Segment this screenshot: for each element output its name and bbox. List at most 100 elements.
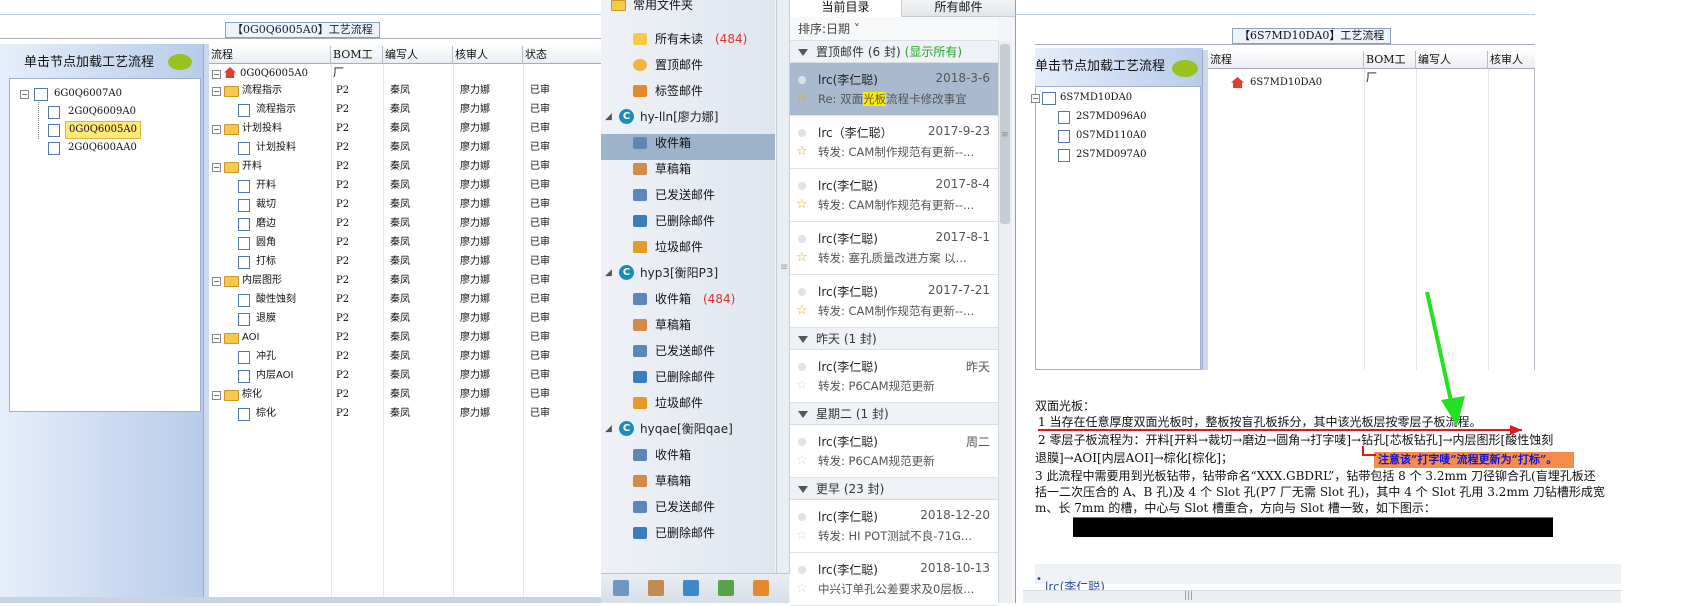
collapse-icon[interactable]: − [212, 163, 221, 172]
account-header[interactable]: ◢ Chy-lln[廖力娜] [605, 104, 775, 130]
splitter[interactable] [203, 44, 209, 603]
col-bom[interactable]: BOM工厂 [1364, 51, 1416, 84]
step-label[interactable]: 计划投料 [256, 140, 296, 156]
folder-item[interactable]: 已发送邮件 [633, 338, 775, 364]
message-item[interactable]: ☆ lrc(李仁聪) 2017-7-21 转发: CAM制作规范有更新--... [790, 275, 998, 328]
message-item[interactable]: ☆ lrc(李仁聪) 2018-12-20 转发: HI POT测試不良-71G... [790, 500, 998, 553]
collapse-icon[interactable]: − [1031, 94, 1040, 103]
step-label[interactable]: 酸性蚀刻 [256, 292, 296, 308]
message-item[interactable]: ☆ lrc(李仁聪) 2018-3-6 Re: 双面光板流程卡修改事宜 [790, 63, 998, 116]
speech-bubble-icon[interactable] [168, 54, 192, 70]
contacts-icon[interactable] [648, 580, 664, 596]
step-group-label[interactable]: 棕化 [242, 387, 262, 403]
read-status-icon[interactable] [798, 76, 806, 84]
col-status[interactable]: 状态 [523, 46, 603, 64]
step-label[interactable]: 磨边 [256, 216, 276, 232]
col-flow[interactable]: 流程 [209, 46, 331, 64]
collapse-icon[interactable]: − [212, 334, 221, 343]
message-item[interactable]: ☆ lrc(李仁聪) 2018-10-13 中兴订单孔公差要求及0层板... [790, 553, 998, 606]
account-header[interactable]: ◢ Chyp3[衡阳P3] [605, 260, 775, 286]
tree-node[interactable]: 0S7MD110A0 [1076, 128, 1147, 144]
folder-item[interactable]: 置顶邮件 [633, 52, 775, 78]
grip-icon[interactable]: ≡ [780, 262, 788, 273]
grid-root[interactable]: 0G0Q6005A0 [240, 66, 308, 82]
step-label[interactable]: 退膜 [256, 311, 276, 327]
tree-node[interactable]: 2S7MD096A0 [1076, 109, 1147, 125]
step-group-label[interactable]: 内层图形 [242, 273, 282, 289]
folder-item[interactable]: 收件箱 (484) [633, 286, 775, 312]
collapse-triangle-icon[interactable] [798, 49, 808, 56]
tree-node[interactable]: 2G0Q600AA0 [68, 140, 137, 156]
col-writer[interactable]: 编写人 [1416, 51, 1488, 69]
step-group-label[interactable]: 流程指示 [242, 83, 282, 99]
folder-item[interactable]: 草稿箱 [633, 312, 775, 338]
message-item[interactable]: ☆ lrc(李仁聪) 周二 转发: P6CAM规范更新 [790, 425, 998, 478]
collapse-icon[interactable]: − [212, 87, 221, 96]
tab-all-mail[interactable]: 所有邮件 [902, 0, 1015, 17]
read-status-icon[interactable] [798, 182, 806, 190]
expand-triangle-icon[interactable]: ◢ [605, 104, 612, 130]
folder-item[interactable]: 所有未读 (484) [633, 26, 775, 52]
collapse-triangle-icon[interactable] [798, 411, 808, 418]
folder-item[interactable]: 标签邮件 [633, 78, 775, 104]
message-item[interactable]: ☆ lrc（李仁聪） 2017-9-23 转发: CAM制作规范有更新--... [790, 116, 998, 169]
common-folder-header[interactable]: 常用文件夹 [633, 0, 693, 18]
folder-item[interactable]: 草稿箱 [633, 468, 775, 494]
folder-item[interactable]: 已删除邮件 [633, 520, 775, 546]
account-header[interactable]: ◢ Chyqae[衡阳qae] [605, 416, 775, 442]
collapse-triangle-icon[interactable] [798, 486, 808, 493]
folder-item[interactable]: 已删除邮件 [633, 208, 775, 234]
collapse-triangle-icon[interactable] [798, 336, 808, 343]
collapse-icon[interactable]: − [212, 70, 221, 79]
col-reviewer[interactable]: 核审人 [453, 46, 523, 64]
read-status-icon[interactable] [798, 566, 806, 574]
group-header[interactable]: 更早 (23 封) [790, 478, 998, 500]
star-icon[interactable]: ☆ [796, 91, 808, 106]
expand-triangle-icon[interactable]: ◢ [605, 260, 612, 286]
folder-item[interactable]: 收件箱 [633, 130, 775, 156]
tab-current-folder[interactable]: 当前目录 [790, 0, 902, 17]
step-label[interactable]: 流程指示 [256, 102, 296, 118]
read-status-icon[interactable] [798, 288, 806, 296]
show-all-link[interactable]: (显示所有) [905, 45, 962, 59]
notes-icon[interactable] [718, 580, 734, 596]
star-icon[interactable]: ☆ [796, 528, 808, 543]
folder-item[interactable]: 已发送邮件 [633, 494, 775, 520]
mail-icon[interactable] [613, 580, 629, 596]
star-icon[interactable]: ☆ [796, 144, 808, 159]
tree-node[interactable]: 2G0Q6009A0 [68, 104, 136, 120]
group-header[interactable]: 昨天 (1 封) [790, 328, 998, 350]
step-group-label[interactable]: 计划投料 [242, 121, 282, 137]
step-label[interactable]: 打标 [256, 254, 276, 270]
star-icon[interactable]: ☆ [796, 303, 808, 318]
collapse-icon[interactable]: − [212, 277, 221, 286]
tree-node[interactable]: 6G0Q6007A0 [54, 86, 122, 102]
star-icon[interactable]: ☆ [796, 581, 808, 596]
step-label[interactable]: 棕化 [256, 406, 276, 422]
collapse-icon[interactable]: − [20, 90, 29, 99]
star-icon[interactable]: ☆ [796, 197, 808, 212]
col-flow[interactable]: 流程 [1208, 51, 1364, 69]
read-status-icon[interactable] [798, 129, 806, 137]
message-item[interactable]: ☆ lrc(李仁聪) 昨天 转发: P6CAM规范更新 [790, 350, 998, 403]
group-header[interactable]: 置顶邮件 (6 封) (显示所有) [790, 41, 998, 63]
read-status-icon[interactable] [798, 513, 806, 521]
grid-root[interactable]: 6S7MD10DA0 [1250, 75, 1322, 91]
expand-triangle-icon[interactable]: ◢ [605, 416, 612, 442]
group-header[interactable]: 星期二 (1 封) [790, 403, 998, 425]
rss-icon[interactable] [753, 580, 769, 596]
message-item[interactable]: ☆ lrc(李仁聪) 2017-8-1 转发: 塞孔质量改进方案 以... [790, 222, 998, 275]
horizontal-scrollbar[interactable] [1023, 590, 1621, 603]
folder-item[interactable]: 草稿箱 [633, 156, 775, 182]
step-label[interactable]: 开料 [256, 178, 276, 194]
read-status-icon[interactable] [798, 235, 806, 243]
collapse-icon[interactable]: − [212, 391, 221, 400]
read-status-icon[interactable] [798, 363, 806, 371]
read-status-icon[interactable] [798, 438, 806, 446]
collapse-icon[interactable]: − [212, 125, 221, 134]
folder-item[interactable]: 垃圾邮件 [633, 234, 775, 260]
col-writer[interactable]: 编写人 [383, 46, 453, 64]
folder-item[interactable]: 收件箱 [633, 442, 775, 468]
folder-item[interactable]: 垃圾邮件 [633, 390, 775, 416]
tree-node[interactable]: 6S7MD10DA0 [1060, 90, 1132, 106]
